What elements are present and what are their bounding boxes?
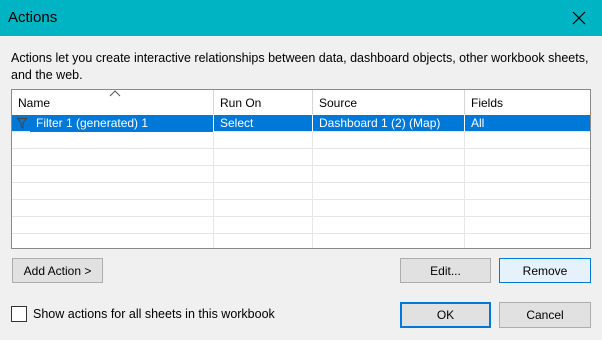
cell-run-on: Select: [214, 115, 313, 132]
cell-source: Dashboard 1 (2) (Map): [313, 115, 465, 132]
cancel-button[interactable]: Cancel: [499, 302, 591, 328]
title-bar: Actions: [0, 0, 602, 36]
filter-icon: [17, 118, 27, 129]
add-action-button[interactable]: Add Action >: [12, 258, 103, 283]
cell-fields: All: [471, 116, 485, 130]
window-title: Actions: [8, 9, 58, 26]
empty-row: [12, 200, 590, 217]
empty-row: [12, 217, 590, 234]
close-icon: [572, 11, 586, 25]
column-header-fields[interactable]: Fields: [465, 90, 590, 114]
ok-button[interactable]: OK: [400, 302, 491, 328]
table-row[interactable]: Filter 1 (generated) 1 Select Dashboard …: [12, 115, 590, 132]
empty-row: [12, 183, 590, 200]
column-header-name[interactable]: Name: [12, 90, 214, 114]
empty-row: [12, 234, 590, 248]
close-button[interactable]: [556, 0, 602, 36]
cell-name: Filter 1 (generated) 1: [30, 115, 214, 132]
empty-row: [12, 132, 590, 149]
remove-button[interactable]: Remove: [499, 258, 591, 283]
actions-table[interactable]: Name Run On Source Fields Filter 1 (gene…: [11, 89, 591, 249]
empty-row: [12, 149, 590, 166]
edit-button[interactable]: Edit...: [400, 258, 491, 283]
column-header-run-on[interactable]: Run On: [214, 90, 313, 114]
empty-row: [12, 166, 590, 183]
column-header-source[interactable]: Source: [313, 90, 465, 114]
show-all-sheets-checkbox[interactable]: [11, 306, 27, 322]
description-text: Actions let you create interactive relat…: [11, 51, 589, 82]
show-all-sheets-label[interactable]: Show actions for all sheets in this work…: [33, 307, 275, 321]
table-header: Name Run On Source Fields: [12, 90, 590, 114]
